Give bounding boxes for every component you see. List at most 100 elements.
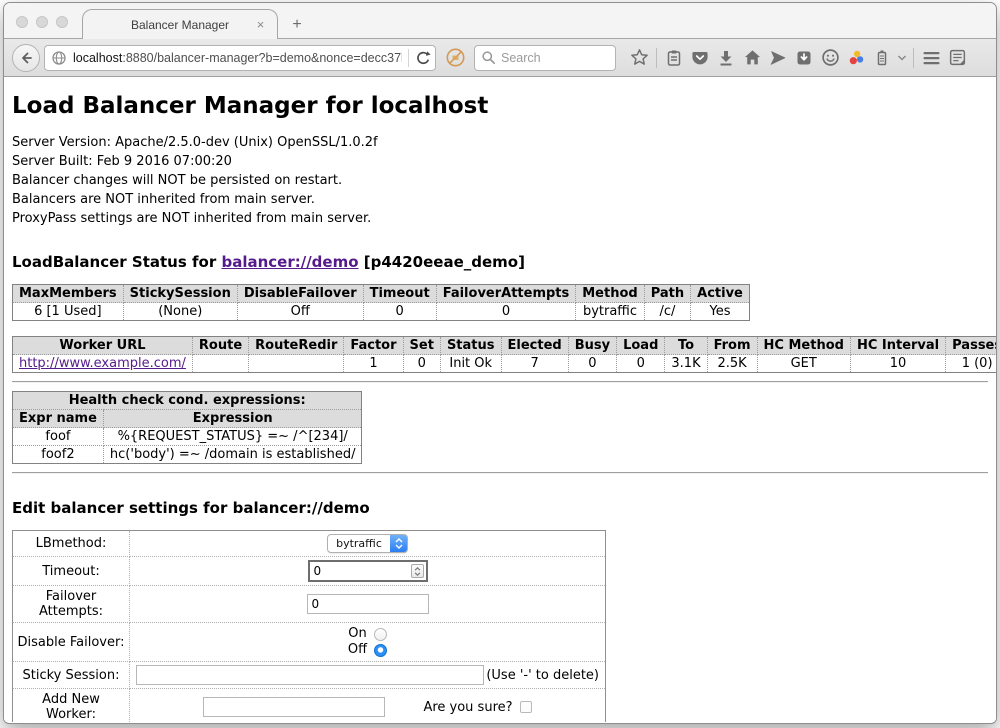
column-header: Method	[576, 285, 644, 303]
tab-title: Balancer Manager	[131, 18, 229, 32]
browser-tab[interactable]: Balancer Manager ×	[82, 9, 278, 39]
radio-on[interactable]	[374, 628, 387, 641]
window-zoom-button[interactable]	[56, 16, 68, 28]
column-header: StickySession	[123, 285, 237, 303]
column-header: FailoverAttempts	[436, 285, 576, 303]
url-text[interactable]: localhost:8880/balancer-manager?b=demo&n…	[73, 51, 402, 65]
send-tab-button[interactable]	[765, 45, 791, 71]
column-header: RouteRedir	[249, 337, 344, 355]
download-arrow-icon	[717, 49, 735, 67]
column-header: Timeout	[363, 285, 436, 303]
lbmethod-label: LBmethod:	[13, 531, 130, 557]
loadbalancer-status-heading: LoadBalancer Status for balancer://demo …	[12, 253, 988, 271]
are-you-sure-checkbox[interactable]	[520, 701, 532, 713]
lbmethod-select[interactable]: bytraffic	[327, 534, 408, 553]
reading-list-button[interactable]	[661, 45, 687, 71]
column-header: Factor	[344, 337, 403, 355]
window-close-button[interactable]	[16, 16, 28, 28]
pocket-button[interactable]	[687, 45, 713, 71]
table-header-row: Worker URL Route RouteRedir Factor Set S…	[13, 337, 997, 355]
section-divider	[12, 381, 988, 383]
sticky-session-input[interactable]	[136, 665, 484, 685]
balancer-demo-link[interactable]: balancer://demo	[221, 253, 358, 271]
home-button[interactable]	[739, 45, 765, 71]
table-cell: /c/	[644, 303, 690, 321]
column-header: Active	[691, 285, 750, 303]
radio-off[interactable]	[374, 644, 387, 657]
search-icon	[481, 50, 496, 65]
table-cell: hc('body') =~ /domain is established/	[103, 446, 362, 464]
new-tab-button[interactable]: +	[288, 16, 306, 34]
edit-balancer-form: LBmethod: bytraffic Timeout:	[12, 530, 606, 722]
column-header: Elected	[501, 337, 568, 355]
circle-slash-icon	[445, 47, 466, 68]
url-host: localhost	[73, 51, 122, 65]
search-input[interactable]	[501, 51, 601, 65]
globe-icon	[51, 50, 67, 66]
column-header: Path	[644, 285, 690, 303]
square-download-icon	[795, 49, 813, 67]
browser-window: Balancer Manager × + localhost:8880/bala…	[3, 2, 997, 724]
bookmark-star-button[interactable]	[626, 45, 652, 71]
tab-close-icon[interactable]: ×	[254, 18, 267, 31]
star-icon	[630, 48, 649, 67]
download-button[interactable]	[713, 45, 739, 71]
worker-url-link[interactable]: http://www.example.com/	[19, 356, 186, 371]
server-info: Server Version: Apache/2.5.0-dev (Unix) …	[12, 133, 988, 228]
form-row-sticky-session: Sticky Session: (Use '-' to delete)	[13, 662, 606, 689]
hamburger-icon	[922, 50, 941, 66]
pocket-icon	[691, 49, 709, 67]
table-cell	[192, 355, 248, 373]
content-block-icon[interactable]	[443, 46, 467, 70]
battery-icon	[873, 49, 891, 67]
worker-url-cell: http://www.example.com/	[13, 355, 193, 373]
menu-button[interactable]	[918, 45, 944, 71]
form-row-disable-failover: Disable Failover: On Off	[13, 623, 606, 662]
tab-groups-button[interactable]	[944, 45, 970, 71]
column-header: HC Interval	[850, 337, 945, 355]
table-cell: 1 (0)	[946, 355, 996, 373]
disable-failover-label: Disable Failover:	[13, 623, 130, 662]
table-row: foof %{REQUEST_STATUS} =~ /^[234]/	[13, 428, 362, 446]
table-row: http://www.example.com/ 1 0 Init Ok 7 0 …	[13, 355, 997, 373]
failover-attempts-label: Failover Attempts:	[13, 586, 130, 623]
table-cell: 7	[501, 355, 568, 373]
add-worker-input[interactable]	[203, 697, 385, 717]
add-worker-label: Add New Worker:	[13, 689, 130, 723]
url-bar[interactable]: localhost:8880/balancer-manager?b=demo&n…	[44, 45, 436, 71]
failover-attempts-input[interactable]	[307, 594, 429, 614]
table-header-row: Expr name Expression	[13, 410, 362, 428]
edit-balancer-heading: Edit balancer settings for balancer://de…	[12, 499, 988, 517]
smiley-bubble-icon	[821, 48, 840, 67]
clipboard-icon	[665, 49, 683, 67]
table-cell: GET	[757, 355, 850, 373]
column-header: From	[707, 337, 757, 355]
toolbar-separator	[656, 48, 657, 68]
save-page-button[interactable]	[791, 45, 817, 71]
table-cell: Init Ok	[440, 355, 501, 373]
feedback-button[interactable]	[817, 45, 843, 71]
table-cell: 0	[403, 355, 440, 373]
form-row-add-worker: Add New Worker: Are you sure?	[13, 689, 606, 723]
battery-status-button[interactable]	[869, 45, 895, 71]
window-minimize-button[interactable]	[36, 16, 48, 28]
number-spinner-icon[interactable]	[411, 564, 424, 578]
lbmethod-selected-option: bytraffic	[328, 535, 390, 552]
back-button[interactable]	[12, 44, 40, 72]
table-cell: Off	[237, 303, 363, 321]
column-header: Expr name	[13, 410, 104, 428]
reload-icon[interactable]	[415, 50, 431, 66]
timeout-input[interactable]	[308, 560, 428, 582]
are-you-sure-label: Are you sure?	[423, 700, 512, 715]
column-header: To	[665, 337, 707, 355]
extension-dots-button[interactable]	[843, 45, 869, 71]
table-cell: Yes	[691, 303, 750, 321]
section-divider	[12, 472, 988, 474]
radio-off-label: Off	[348, 642, 367, 658]
toolbar-overflow-button[interactable]	[895, 45, 909, 71]
column-header: Passes	[946, 337, 996, 355]
url-path: :8880/balancer-manager?b=demo&nonce=decc…	[122, 51, 402, 65]
timeout-value-cell	[130, 557, 606, 586]
table-cell: 2.5K	[707, 355, 757, 373]
search-bar[interactable]	[474, 45, 616, 71]
